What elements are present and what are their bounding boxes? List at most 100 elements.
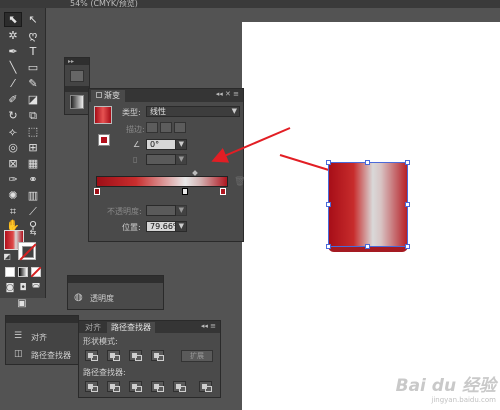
tab-align[interactable]: 对齐: [81, 322, 105, 333]
selection-tool-icon[interactable]: ⬉: [4, 12, 22, 27]
default-colors-icon[interactable]: ◩: [2, 252, 12, 262]
divide-icon[interactable]: [85, 381, 98, 392]
resize-handle[interactable]: [405, 160, 410, 165]
midpoint-diamond[interactable]: [192, 170, 198, 176]
chevron-down-icon: ▼: [178, 206, 184, 214]
expand-button[interactable]: 扩展: [181, 350, 213, 362]
gradient-stop-left[interactable]: [94, 188, 100, 195]
stroke-color-swatch[interactable]: [18, 242, 36, 260]
opacity-input[interactable]: [146, 205, 176, 216]
stroke-within-button[interactable]: [146, 122, 158, 133]
eyedropper-tool-icon[interactable]: ✑: [4, 172, 22, 187]
gradient-panel-header: 渐变 ◂◂ ✕ ≡: [89, 89, 243, 102]
gradient-tab-icon: [96, 92, 102, 98]
scale-tool-icon[interactable]: ⧉: [24, 108, 42, 123]
pen-tool-icon[interactable]: ✒: [4, 44, 22, 59]
stroke-panel-icon[interactable]: [70, 70, 84, 82]
resize-handle[interactable]: [326, 160, 331, 165]
location-label: 位置:: [122, 223, 141, 232]
aspect-dropdown[interactable]: ▼: [175, 154, 187, 165]
gradient-mode-icon[interactable]: [18, 267, 28, 277]
gradient-tool-icon[interactable]: ▦: [24, 156, 42, 171]
location-dropdown[interactable]: ▼: [175, 221, 187, 232]
document-title[interactable]: 54% (CMYK/预览): [70, 0, 138, 9]
align-dock-header[interactable]: [6, 316, 78, 323]
dock-divider: [65, 86, 89, 92]
resize-handle[interactable]: [326, 244, 331, 249]
gradient-type-select[interactable]: 线性 ▼: [146, 106, 240, 117]
minus-front-icon[interactable]: [107, 350, 120, 361]
blend-tool-icon[interactable]: ⚭: [24, 172, 42, 187]
panel-menu-icon[interactable]: ◂◂ ✕ ≡: [216, 90, 239, 98]
draw-behind-icon[interactable]: ◘: [17, 282, 29, 294]
panel-menu-icon[interactable]: ◂◂ ≡: [201, 322, 216, 330]
lasso-tool-icon[interactable]: ღ: [24, 28, 42, 43]
draw-inside-icon[interactable]: ◚: [30, 282, 42, 294]
selection-bounding-box[interactable]: [328, 162, 408, 247]
width-tool-icon[interactable]: ⟣: [4, 124, 22, 139]
artboard-tool-icon[interactable]: ⌗: [4, 204, 22, 219]
stroke-gradient-icon[interactable]: [98, 134, 110, 146]
intersect-icon[interactable]: [129, 350, 142, 361]
tab-pathfinder[interactable]: 路径查找器: [107, 322, 155, 333]
slice-tool-icon[interactable]: ⟋: [24, 204, 42, 219]
tab-gradient[interactable]: 渐变: [91, 90, 125, 102]
line-tool-icon[interactable]: ╲: [4, 60, 22, 75]
resize-handle[interactable]: [365, 160, 370, 165]
free-transform-tool-icon[interactable]: ⬚: [24, 124, 42, 139]
outline-icon[interactable]: [173, 381, 186, 392]
angle-dropdown[interactable]: ▼: [175, 139, 187, 150]
stroke-across-button[interactable]: [174, 122, 186, 133]
resize-handle[interactable]: [405, 244, 410, 249]
pencil-tool-icon[interactable]: ✎: [24, 76, 42, 91]
minus-back-icon[interactable]: [199, 381, 212, 392]
align-pathfinder-dock: ☰ 对齐 ◫ 路径查找器: [5, 315, 79, 365]
collapsed-panel-dock: ▸▸: [64, 57, 90, 115]
location-input[interactable]: 79.66%: [146, 221, 181, 232]
align-icon: ☰: [14, 331, 23, 341]
gradient-panel-icon[interactable]: [70, 95, 84, 109]
column-graph-tool-icon[interactable]: ▥: [24, 188, 42, 203]
dock-collapse-icon[interactable]: ▸▸: [65, 58, 89, 65]
align-dock-label[interactable]: 对齐: [31, 332, 47, 343]
direct-selection-tool-icon[interactable]: ↖: [24, 12, 42, 27]
symbol-sprayer-tool-icon[interactable]: ✺: [4, 188, 22, 203]
resize-handle[interactable]: [365, 244, 370, 249]
color-mode-icon[interactable]: [5, 267, 15, 277]
type-tool-icon[interactable]: T: [24, 44, 42, 59]
baidu-jingyan-watermark: Bai du 经验 jingyan.baidu.com: [396, 371, 496, 404]
transparency-panel-header[interactable]: [68, 276, 163, 283]
trim-icon[interactable]: [107, 381, 120, 392]
gradient-stop-middle[interactable]: [182, 188, 188, 195]
draw-normal-icon[interactable]: ◙: [4, 282, 16, 294]
mesh-tool-icon[interactable]: ⊠: [4, 156, 22, 171]
gradient-preview-swatch[interactable]: [94, 106, 112, 124]
none-mode-icon[interactable]: [31, 267, 41, 277]
perspective-grid-tool-icon[interactable]: ⊞: [24, 140, 42, 155]
chevron-down-icon: ▼: [231, 107, 237, 115]
exclude-icon[interactable]: [151, 350, 164, 361]
crop-icon[interactable]: [151, 381, 164, 392]
chevron-down-icon: ▼: [178, 222, 184, 230]
angle-input[interactable]: 0°: [146, 139, 176, 150]
rectangle-tool-icon[interactable]: ▭: [24, 60, 42, 75]
shape-builder-tool-icon[interactable]: ◎: [4, 140, 22, 155]
transparency-label[interactable]: 透明度: [90, 293, 114, 304]
unite-icon[interactable]: [85, 350, 98, 361]
opacity-dropdown[interactable]: ▼: [175, 205, 187, 216]
resize-handle[interactable]: [405, 202, 410, 207]
aspect-ratio-input[interactable]: [146, 154, 176, 165]
merge-icon[interactable]: [129, 381, 142, 392]
magic-wand-tool-icon[interactable]: ✲: [4, 28, 22, 43]
pathfinder-dock-label[interactable]: 路径查找器: [31, 350, 71, 361]
shape-modes-label: 形状模式:: [83, 337, 118, 346]
rotate-tool-icon[interactable]: ↻: [4, 108, 22, 123]
blob-brush-tool-icon[interactable]: ✐: [4, 92, 22, 107]
stroke-along-button[interactable]: [160, 122, 172, 133]
eraser-tool-icon[interactable]: ◪: [24, 92, 42, 107]
resize-handle[interactable]: [326, 202, 331, 207]
transparency-panel: ◍ 透明度: [67, 275, 164, 310]
swap-colors-icon[interactable]: ⇆: [28, 228, 38, 238]
screen-mode-icon[interactable]: ▣: [14, 298, 30, 310]
paintbrush-tool-icon[interactable]: ⁄: [4, 76, 22, 91]
